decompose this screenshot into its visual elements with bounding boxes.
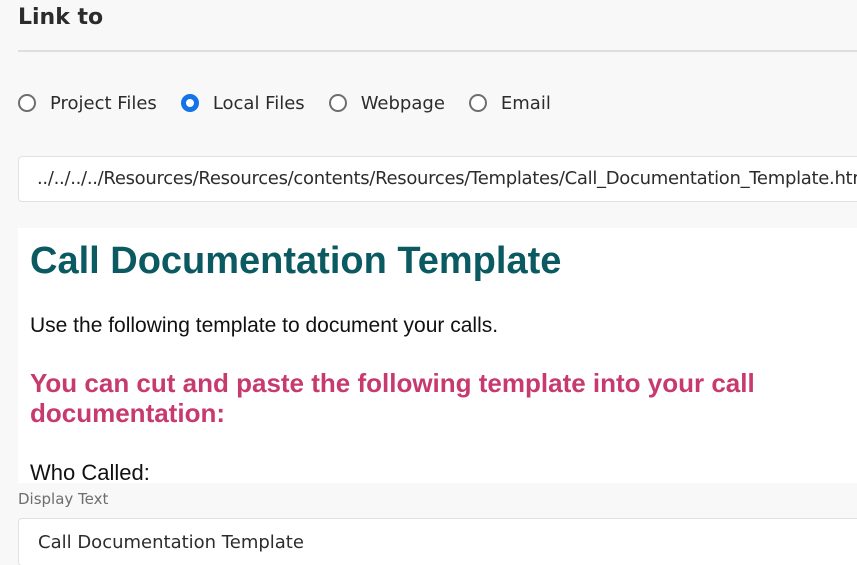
dialog-title: Link to xyxy=(18,5,104,30)
radio-unchecked-icon[interactable] xyxy=(18,94,36,112)
link-dialog: Link to Project Files Local Files Webpag… xyxy=(0,0,857,565)
radio-label-webpage: Webpage xyxy=(360,92,445,114)
header-divider xyxy=(18,50,857,52)
link-type-radio-group: Project Files Local Files Webpage Email xyxy=(18,90,575,116)
radio-checked-icon[interactable] xyxy=(180,94,199,112)
preview-subheading: You can cut and paste the following temp… xyxy=(30,368,755,428)
radio-unchecked-icon[interactable] xyxy=(328,94,347,112)
file-preview-pane: Call Documentation Template Use the foll… xyxy=(18,228,857,483)
preview-who-called: Who Called: xyxy=(30,460,150,483)
radio-email[interactable]: Email xyxy=(468,92,551,114)
display-text-input[interactable] xyxy=(18,518,857,565)
radio-local-files[interactable]: Local Files xyxy=(180,92,305,114)
radio-label-local-files: Local Files xyxy=(212,92,305,114)
preview-title: Call Documentation Template xyxy=(30,240,562,282)
radio-label-email: Email xyxy=(500,92,551,114)
radio-unchecked-icon[interactable] xyxy=(468,94,487,112)
display-text-label: Display Text xyxy=(18,490,109,508)
preview-intro-text: Use the following template to document y… xyxy=(30,314,499,337)
file-path-field[interactable]: ../../../../Resources/Resources/contents… xyxy=(18,156,857,202)
radio-webpage[interactable]: Webpage xyxy=(328,92,445,114)
radio-label-project-files: Project Files xyxy=(50,92,157,114)
radio-project-files[interactable]: Project Files xyxy=(18,93,157,114)
